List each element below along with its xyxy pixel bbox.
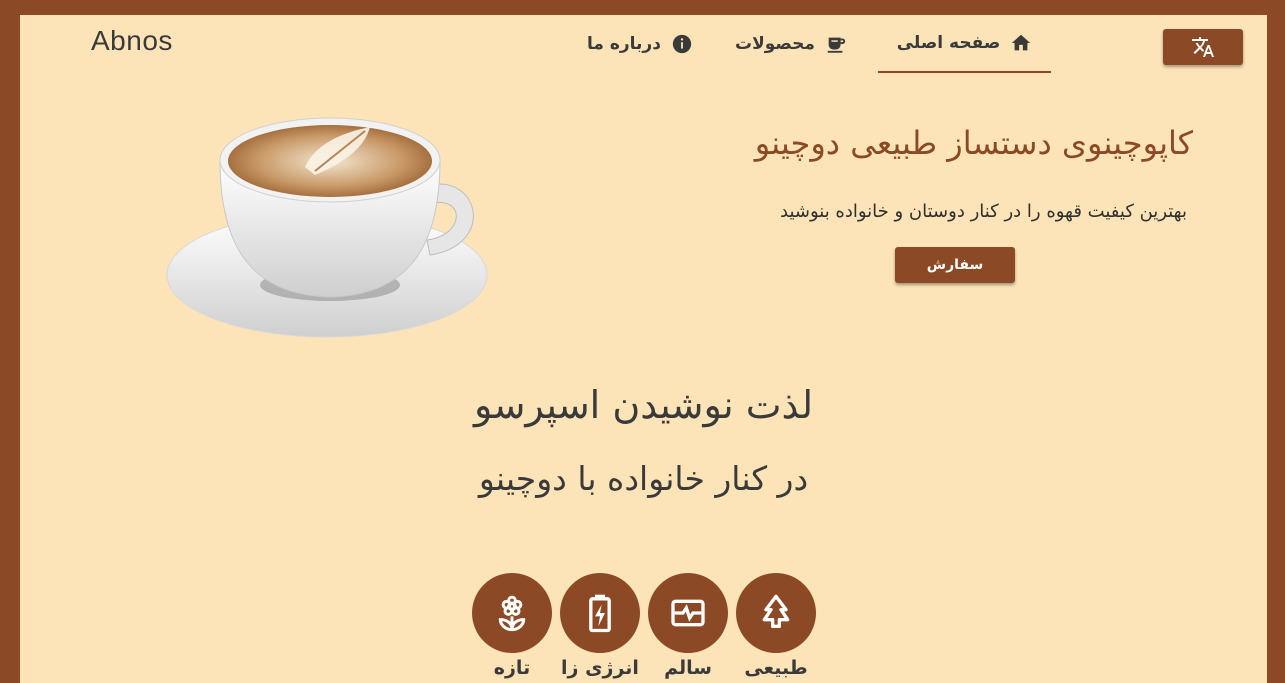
feature-healthy-badge bbox=[648, 573, 728, 653]
translate-icon bbox=[1192, 37, 1214, 57]
feature-fresh: تازه bbox=[472, 573, 552, 679]
nav-products[interactable]: محصولات bbox=[735, 15, 847, 73]
feature-fresh-label: تازه bbox=[493, 657, 531, 679]
info-icon bbox=[672, 34, 692, 54]
feature-natural-badge bbox=[736, 573, 816, 653]
flower-icon bbox=[498, 595, 526, 632]
nav-home-label: صفحه اصلی bbox=[896, 33, 1001, 53]
feature-natural-label: طبیعی bbox=[744, 657, 808, 679]
page: Abnos درباره ما محصولات صفحه اصلی کاپوچی… bbox=[20, 15, 1267, 683]
logo[interactable]: Abnos bbox=[91, 25, 173, 57]
health-pulse-icon bbox=[671, 599, 705, 627]
feature-fresh-badge bbox=[472, 573, 552, 653]
nav-home[interactable]: صفحه اصلی bbox=[878, 15, 1051, 73]
battery-charging-icon bbox=[589, 594, 611, 633]
feature-energy-badge bbox=[560, 573, 640, 653]
cappuccino-cup-image bbox=[166, 117, 488, 338]
coffee-icon bbox=[827, 37, 846, 53]
hero-title: کاپوچینوی دستساز طبیعی دوچینو bbox=[754, 124, 1193, 162]
tree-icon bbox=[762, 594, 790, 628]
nav-about-label: درباره ما bbox=[587, 34, 661, 54]
hero-subtitle: بهترین کیفیت قهوه را در کنار دوستان و خا… bbox=[780, 201, 1187, 222]
feature-energy: انرژی زا bbox=[560, 573, 640, 679]
feature-healthy: سالم bbox=[648, 573, 728, 679]
tagline-secondary: در کنار خانواده با دوچینو bbox=[478, 459, 809, 498]
language-button[interactable] bbox=[1163, 29, 1243, 65]
feature-healthy-label: سالم bbox=[664, 657, 712, 679]
nav-about[interactable]: درباره ما bbox=[587, 15, 693, 73]
tagline-primary: لذت نوشیدن اسپرسو bbox=[473, 383, 814, 427]
nav-products-label: محصولات bbox=[735, 34, 815, 54]
order-button[interactable]: سفارش bbox=[895, 247, 1015, 283]
home-icon bbox=[1012, 34, 1031, 51]
feature-natural: طبیعی bbox=[736, 573, 816, 679]
feature-energy-label: انرژی زا bbox=[561, 657, 639, 679]
